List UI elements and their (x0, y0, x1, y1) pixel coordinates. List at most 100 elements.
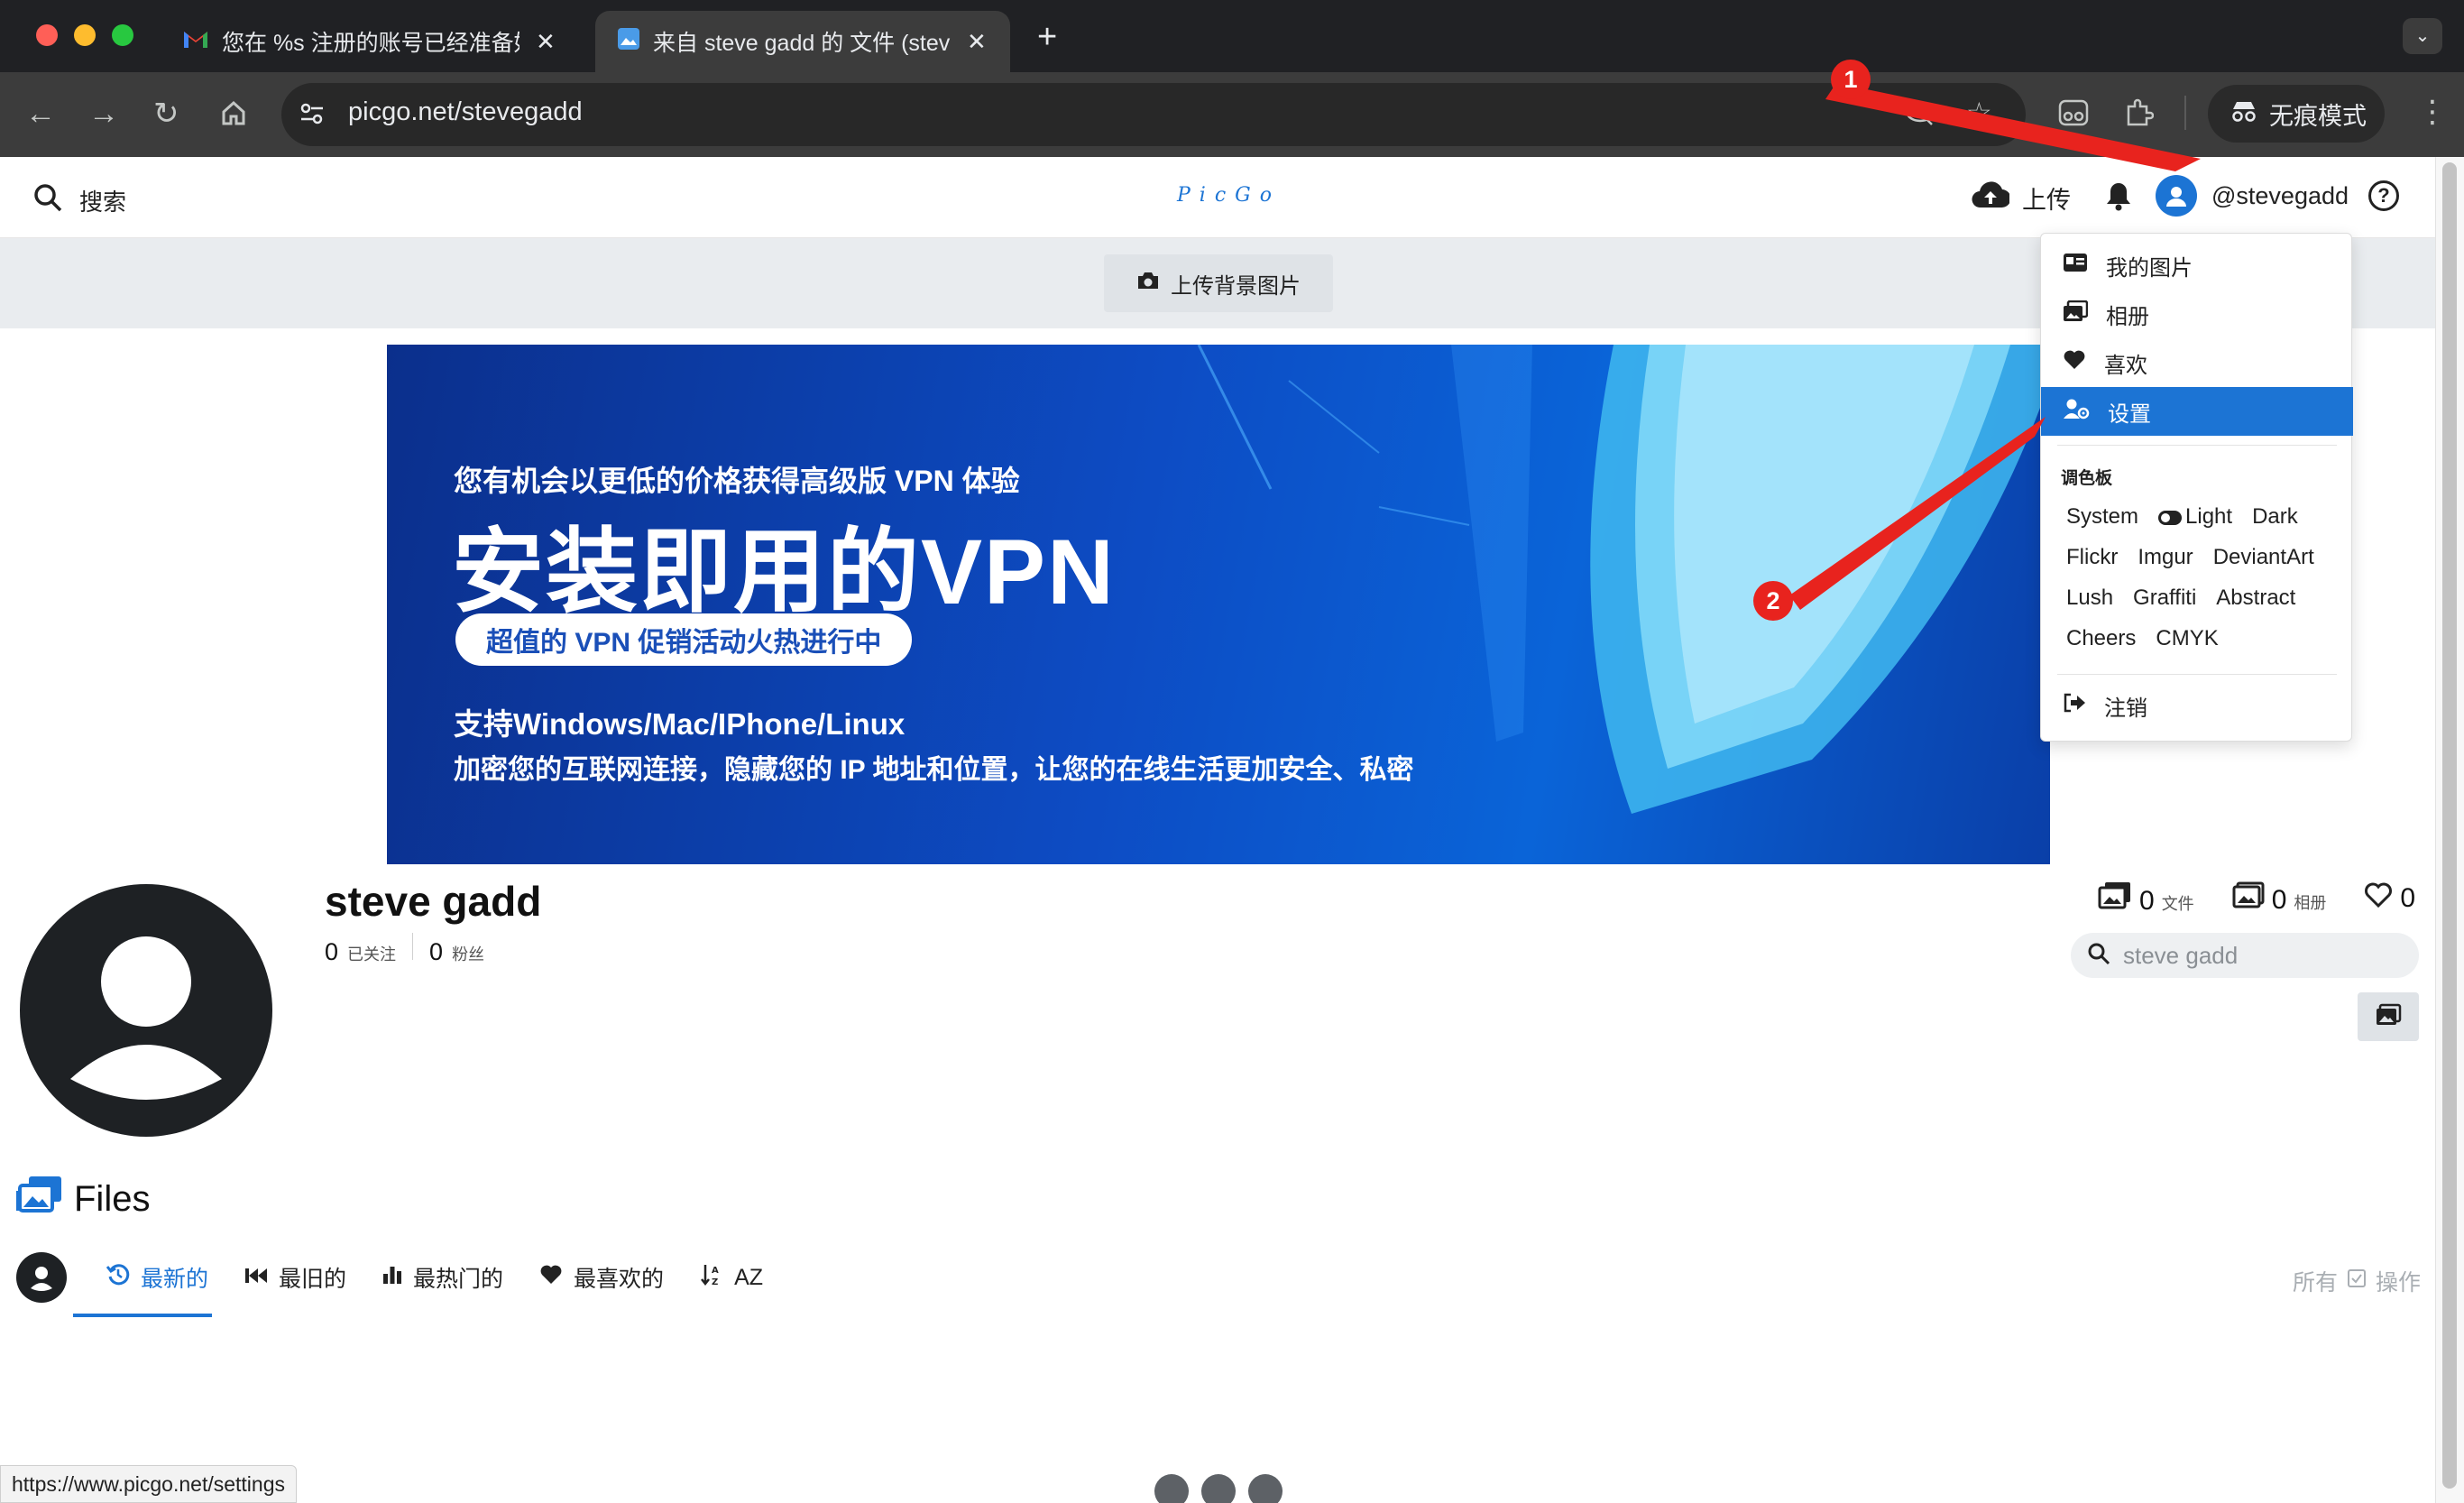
minimize-window-button[interactable] (74, 24, 96, 46)
search-icon (32, 182, 63, 219)
forward-arrow-icon[interactable]: → (88, 94, 119, 134)
tab-gmail[interactable]: 您在 %s 注册的账号已经准备好了 ✕ (161, 11, 584, 72)
tab-search-chevron-icon[interactable]: ⌄ (2403, 18, 2442, 54)
search-link[interactable]: 搜索 (32, 182, 126, 219)
site-logo[interactable]: PicGo (1177, 184, 1281, 207)
tab-picgo[interactable]: 来自 steve gadd 的 文件 (steve gadd) ✕ (595, 11, 1010, 72)
logout-icon (2063, 693, 2086, 719)
user-menu-toggle[interactable]: @stevegadd (2156, 175, 2349, 217)
following-link[interactable]: 0 已关注 (325, 938, 396, 966)
banner-platforms: 支持Windows/Mac/IPhone/Linux (454, 707, 906, 741)
palette-flickr[interactable]: Flickr (2066, 545, 2118, 570)
home-icon[interactable] (220, 99, 247, 131)
active-tab-underline (73, 1314, 212, 1317)
bookmark-star-icon[interactable]: ☆ (1966, 96, 1992, 130)
palette-row: Lush Graffiti Abstract (2066, 586, 2295, 611)
reload-icon[interactable]: ↻ (153, 94, 179, 134)
profile-avatar[interactable] (20, 884, 272, 1137)
palette-cmyk[interactable]: CMYK (2156, 626, 2218, 651)
close-window-button[interactable] (36, 24, 58, 46)
incognito-icon (2230, 99, 2258, 129)
albums-count: 0 (2271, 885, 2287, 915)
link-status-bar: https://www.picgo.net/settings (0, 1465, 297, 1503)
username-label: @stevegadd (2211, 181, 2349, 209)
palette-lush[interactable]: Lush (2066, 586, 2113, 611)
svg-text:A: A (712, 1266, 719, 1276)
close-tab-icon[interactable]: ✕ (967, 28, 987, 56)
followers-label: 粉丝 (452, 945, 485, 964)
upload-background-button[interactable]: 上传背景图片 (1104, 254, 1333, 312)
back-arrow-icon[interactable]: ← (25, 94, 56, 134)
annotation-badge-1: 1 (1831, 60, 1871, 99)
menu-item-likes[interactable]: 喜欢 (2041, 338, 2353, 387)
followers-count: 0 (429, 938, 444, 965)
palette-light-label: Light (2185, 504, 2233, 529)
following-label: 已关注 (347, 945, 397, 964)
sort-tabs: 最新的 最旧的 最热门的 最喜欢的 AZ AZ (16, 1252, 763, 1303)
menu-divider (2057, 674, 2337, 675)
extensions-puzzle-icon[interactable] (2123, 97, 2155, 133)
site-settings-icon[interactable] (298, 99, 326, 133)
palette-graffiti[interactable]: Graffiti (2133, 586, 2196, 611)
palette-abstract[interactable]: Abstract (2216, 586, 2295, 611)
menu-item-logout[interactable]: 注销 (2041, 681, 2353, 730)
sort-newest-tab[interactable]: 最新的 (106, 1252, 208, 1303)
owner-avatar-icon[interactable] (16, 1252, 67, 1303)
select-all-link[interactable]: 所有 (2293, 1265, 2367, 1297)
files-heading: Files (16, 1175, 150, 1223)
sort-oldest-tab[interactable]: 最旧的 (244, 1252, 346, 1303)
palette-dark[interactable]: Dark (2252, 504, 2298, 530)
profile-search-input[interactable] (2123, 941, 2412, 970)
id-card-icon (2063, 253, 2088, 279)
eye-off-icon[interactable] (1905, 99, 1935, 131)
profile-search[interactable] (2071, 933, 2419, 978)
palette-light[interactable]: Light (2158, 504, 2232, 530)
palette-system[interactable]: System (2066, 504, 2138, 530)
create-album-button[interactable] (2358, 992, 2419, 1041)
actions-menu[interactable]: 操作 (2376, 1265, 2421, 1297)
stat-divider (412, 933, 414, 960)
banner-subtitle: 您有机会以更低的价格获得高级版 VPN 体验 (454, 465, 1020, 497)
palette-heading: 调色板 (2061, 469, 2113, 488)
menu-item-albums[interactable]: 相册 (2041, 290, 2353, 338)
files-stat[interactable]: 0 文件 (2098, 881, 2194, 917)
profile-name: steve gadd (325, 878, 542, 925)
url-text[interactable]: picgo.net/stevegadd (348, 97, 583, 127)
help-icon[interactable]: ? (2368, 180, 2399, 211)
palette-cheers[interactable]: Cheers (2066, 626, 2136, 651)
bulk-actions: 所有 操作 (2293, 1265, 2421, 1297)
upload-link[interactable]: 上传 (1972, 180, 2071, 216)
banner-title: 安装即用的VPN (452, 521, 1116, 623)
album-icon (2232, 881, 2265, 916)
browser-menu-icon[interactable]: ⋮ (2417, 94, 2448, 130)
files-count: 0 (2139, 886, 2155, 916)
incognito-glasses-icon[interactable] (2058, 99, 2089, 131)
palette-imgur[interactable]: Imgur (2138, 545, 2193, 570)
likes-stat[interactable]: 0 (2364, 881, 2415, 916)
annotation-badge-2: 2 (1753, 581, 1793, 621)
close-tab-icon[interactable]: ✕ (536, 28, 556, 56)
maximize-window-button[interactable] (112, 24, 133, 46)
palette-deviantart[interactable]: DeviantArt (2213, 545, 2314, 570)
followers-link[interactable]: 0 粉丝 (429, 938, 484, 966)
album-add-icon (2375, 1003, 2402, 1031)
user-avatar-icon (2156, 175, 2197, 217)
sort-popular-tab[interactable]: 最热门的 (382, 1252, 503, 1303)
loading-dot (1201, 1474, 1236, 1503)
vpn-banner-ad[interactable]: 您有机会以更低的价格获得高级版 VPN 体验 安装即用的VPN 超值的 VPN … (387, 345, 2050, 864)
menu-item-my-images[interactable]: 我的图片 (2041, 241, 2353, 290)
files-label: 文件 (2161, 895, 2194, 913)
banner-description: 加密您的互联网连接，隐藏您的 IP 地址和位置，让您的在线生活更加安全、私密 (454, 755, 1414, 785)
sort-az-tab[interactable]: AZ AZ (700, 1252, 763, 1303)
heart-icon (2063, 349, 2086, 377)
incognito-indicator[interactable]: 无痕模式 (2208, 85, 2385, 143)
new-tab-button[interactable]: + (1037, 18, 1057, 57)
camera-icon (1136, 271, 1160, 297)
menu-item-settings[interactable]: 设置 (2041, 387, 2353, 436)
menu-divider (2057, 445, 2337, 446)
scrollbar-thumb[interactable] (2442, 162, 2457, 1489)
notifications-bell-icon[interactable] (2105, 180, 2132, 216)
search-label: 搜索 (79, 189, 127, 216)
albums-stat[interactable]: 0 相册 (2232, 881, 2326, 916)
sort-liked-tab[interactable]: 最喜欢的 (539, 1252, 664, 1303)
